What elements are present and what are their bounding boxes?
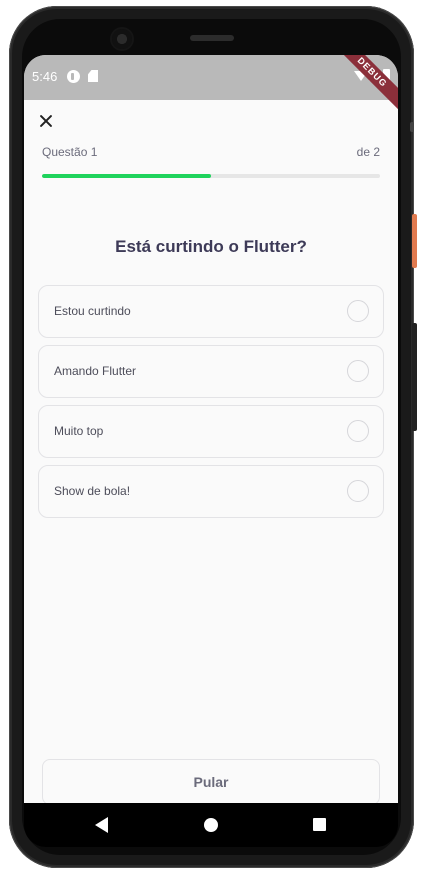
back-icon[interactable] <box>95 817 108 833</box>
progress-bar <box>42 174 380 178</box>
answer-option[interactable]: Show de bola! <box>38 465 384 518</box>
sd-card-icon <box>88 70 98 82</box>
answer-list: Estou curtindo Amando Flutter Muito top … <box>38 285 384 525</box>
answer-label: Muito top <box>54 424 104 438</box>
question-number: Questão 1 <box>42 145 98 159</box>
android-nav-bar <box>24 803 398 847</box>
question-title: Está curtindo o Flutter? <box>115 237 307 256</box>
answer-option[interactable]: Estou curtindo <box>38 285 384 338</box>
radio-button[interactable] <box>347 360 369 382</box>
front-camera <box>112 29 132 49</box>
answer-label: Estou curtindo <box>54 304 131 318</box>
app-screen: 5:46 DEBUG Questão 1 de 2 Está curtindo … <box>24 55 398 803</box>
radio-button[interactable] <box>347 420 369 442</box>
radio-button[interactable] <box>347 480 369 502</box>
notification-icon <box>67 70 80 83</box>
progress-fill <box>42 174 211 178</box>
close-icon[interactable] <box>36 111 56 131</box>
answer-option[interactable]: Muito top <box>38 405 384 458</box>
question-total: de 2 <box>356 145 380 159</box>
earpiece-speaker <box>190 35 234 41</box>
radio-button[interactable] <box>347 300 369 322</box>
volume-button <box>412 323 417 431</box>
answer-label: Amando Flutter <box>54 364 137 378</box>
skip-button[interactable]: Pular <box>42 759 380 803</box>
debug-banner: DEBUG <box>331 55 398 114</box>
answer-label: Show de bola! <box>54 484 131 498</box>
power-button <box>412 214 417 268</box>
status-time: 5:46 <box>32 69 58 84</box>
answer-option[interactable]: Amando Flutter <box>38 345 384 398</box>
recent-apps-icon[interactable] <box>313 818 326 831</box>
sensor <box>410 122 414 132</box>
status-bar: 5:46 DEBUG <box>24 55 398 114</box>
home-icon[interactable] <box>204 818 218 832</box>
